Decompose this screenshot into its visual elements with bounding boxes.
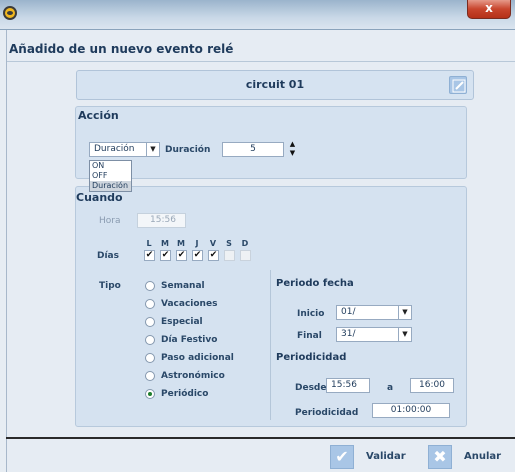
periodicidad-label: Periodicidad [295,408,359,418]
dropdown-option-off[interactable]: OFF [90,171,131,181]
title-divider [7,61,515,62]
periodicidad-title: Periodicidad [276,352,347,363]
inicio-select[interactable]: 01/ ▼ [336,305,412,320]
a-input[interactable]: 16:00 [410,378,454,393]
a-label: a [387,383,394,393]
close-icon: x [485,1,493,15]
hora-input: 15:56 [137,213,186,228]
chevron-down-icon: ▼ [398,306,411,319]
day-checkbox-l[interactable]: ✔ [144,250,155,261]
radio-especial[interactable] [145,317,155,327]
close-button[interactable]: x [467,0,511,19]
check-icon: ✔ [177,250,186,260]
radio-label-vacaciones: Vacaciones [161,299,218,309]
day-letter: M [177,239,185,248]
day-checkbox-j[interactable]: ✔ [192,250,203,261]
edit-circuit-button[interactable] [449,76,467,94]
desde-input[interactable]: 15:56 [326,378,370,393]
dropdown-option-duracion[interactable]: Duración [90,181,131,191]
accion-select-value: Duración [94,144,135,154]
app-icon [3,6,17,20]
check-icon: ✔ [330,445,354,469]
tipo-label: Tipo [99,281,121,291]
cuando-divider [270,270,271,420]
day-letter: J [195,239,199,248]
window-title: Añadido de un nuevo evento relé [9,42,234,56]
final-select[interactable]: 31/ ▼ [336,327,412,342]
radio-label-dia-festivo: Día Festivo [161,335,218,345]
title-bar: x [0,0,515,30]
desde-label: Desde [295,383,327,393]
chevron-down-icon: ▼ [146,143,159,156]
anular-label: Anular [464,451,502,462]
day-letter: M [161,239,169,248]
day-checkbox-s[interactable] [224,250,235,261]
hora-value: 15:56 [150,215,176,225]
duration-spinner[interactable]: ▲ ▼ [288,140,297,158]
radio-periodico[interactable] [145,389,155,399]
accion-dropdown-list: ON OFF Duración [89,160,132,192]
radio-label-astronomico: Astronómico [161,371,225,381]
check-icon: ✔ [145,250,154,260]
desde-value: 15:56 [331,380,357,390]
day-checkbox-m2[interactable]: ✔ [176,250,187,261]
dropdown-option-on[interactable]: ON [90,161,131,171]
periodicidad-value: 01:00:00 [390,405,432,415]
radio-label-periodico: Periódico [161,389,209,399]
final-value: 31/ [341,329,356,339]
day-checkbox-d[interactable] [240,250,251,261]
radio-vacaciones[interactable] [145,299,155,309]
radio-dia-festivo[interactable] [145,335,155,345]
day-checkbox-m1[interactable]: ✔ [160,250,171,261]
a-value: 16:00 [419,380,445,390]
duration-value: 5 [250,144,256,154]
validar-label: Validar [366,451,406,462]
check-icon: ✔ [193,250,202,260]
check-icon: ✔ [161,250,170,260]
accion-title: Acción [78,109,119,122]
radio-semanal[interactable] [145,281,155,291]
accion-select[interactable]: Duración ▼ [89,142,160,157]
radio-astronomico[interactable] [145,371,155,381]
periodo-title: Periodo fecha [276,278,354,289]
duration-input[interactable]: 5 [222,142,284,157]
footer-divider [6,437,515,439]
circuit-header: circuit 01 [76,70,474,100]
inicio-value: 01/ [341,307,356,317]
cuando-title: Cuando [76,191,123,204]
anular-button[interactable]: ✖ Anular [428,445,510,469]
dias-label: Días [97,251,119,261]
spin-down-icon[interactable]: ▼ [288,149,297,158]
final-label: Final [297,331,322,341]
check-icon: ✔ [209,250,218,260]
inicio-label: Inicio [297,309,325,319]
circuit-name: circuit 01 [245,78,305,91]
day-checkbox-v[interactable]: ✔ [208,250,219,261]
radio-label-semanal: Semanal [161,281,205,291]
chevron-down-icon: ▼ [398,328,411,341]
day-letter: L [146,239,152,248]
x-icon: ✖ [428,445,452,469]
duration-label: Duración [165,145,211,155]
validar-button[interactable]: ✔ Validar [330,445,410,469]
day-letter: D [241,239,249,248]
day-letter: V [209,239,217,248]
edit-icon [452,79,466,93]
day-letter: S [226,239,232,248]
hora-label: Hora [99,216,121,226]
periodicidad-input[interactable]: 01:00:00 [372,403,450,418]
radio-label-especial: Especial [161,317,203,327]
spin-up-icon[interactable]: ▲ [288,140,297,149]
radio-paso-adicional[interactable] [145,353,155,363]
radio-label-paso-adicional: Paso adicional [161,353,234,363]
